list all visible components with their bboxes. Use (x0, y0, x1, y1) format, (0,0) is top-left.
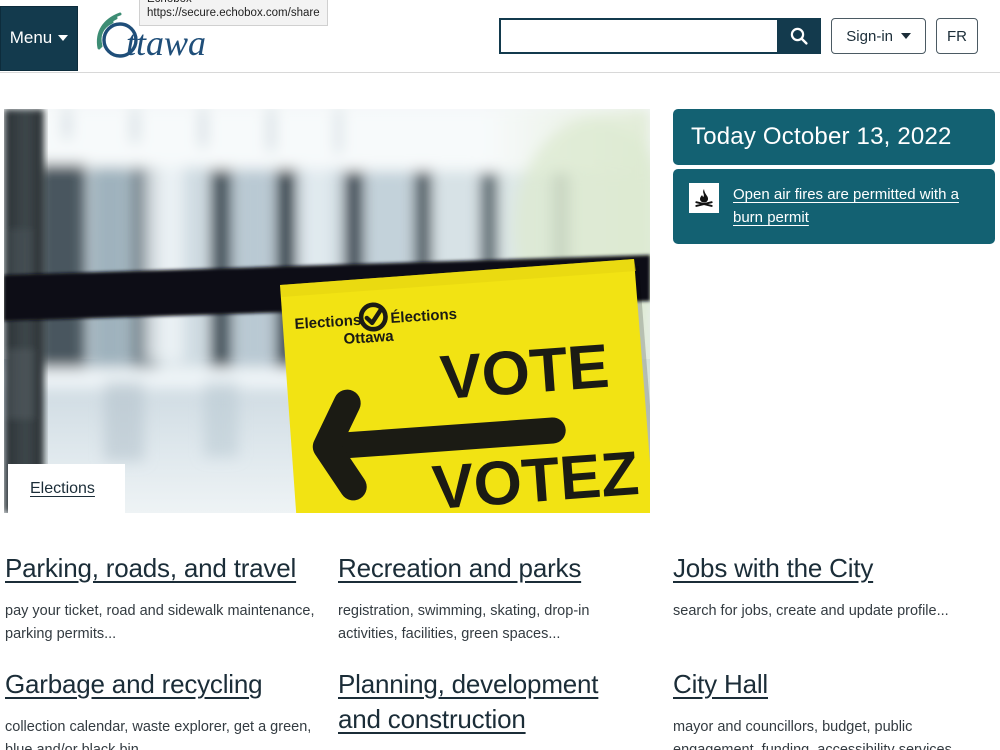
quick-link-garbage-recycling: Garbage and recycling collection calenda… (5, 667, 325, 750)
site-header: Menu ttawa Sign-in FR https://secure.ech… (0, 0, 1000, 73)
hero-caption-link[interactable]: Elections (30, 480, 95, 497)
today-alert-link[interactable]: Open air fires are permitted with a burn… (733, 183, 979, 230)
svg-text:Ottawa: Ottawa (343, 328, 395, 348)
hero-caption-tag[interactable]: Elections (8, 464, 125, 513)
search-group (499, 18, 822, 54)
sign-in-label: Sign-in (846, 27, 893, 45)
browser-link-tooltip: Echobox https://secure.echobox.com/share (139, 0, 328, 26)
quick-link-title[interactable]: Recreation and parks (338, 551, 638, 586)
quick-link-planning-development-construction: Planning, development and construction (338, 667, 638, 750)
quick-link-description: search for jobs, create and update profi… (673, 602, 949, 619)
campfire-glyph (695, 189, 713, 207)
campfire-icon (689, 183, 719, 213)
language-toggle-label: FR (947, 27, 967, 45)
menu-button[interactable]: Menu (0, 5, 78, 71)
quick-link-description: registration, swimming, skating, drop-in… (338, 602, 590, 642)
quick-link-parking-roads-travel: Parking, roads, and travel pay your tick… (5, 551, 325, 646)
svg-text:VOTE: VOTE (438, 332, 611, 413)
search-button[interactable] (777, 18, 822, 54)
quick-link-title[interactable]: City Hall (673, 667, 983, 702)
search-icon (791, 27, 808, 45)
chevron-down-icon (901, 33, 911, 39)
quick-link-description: mayor and councillors, budget, public en… (673, 718, 952, 750)
quick-link-jobs-with-the-city: Jobs with the City search for jobs, crea… (673, 551, 983, 623)
chevron-down-icon (58, 35, 69, 41)
tooltip-url: https://secure.echobox.com/share (147, 7, 320, 20)
search-input[interactable] (499, 18, 778, 54)
sign-in-button[interactable]: Sign-in (831, 18, 926, 54)
quick-link-description: pay your ticket, road and sidewalk maint… (5, 602, 315, 642)
quick-link-title[interactable]: Parking, roads, and travel (5, 551, 325, 586)
today-heading: Today October 13, 2022 (673, 109, 995, 165)
quick-link-title[interactable]: Garbage and recycling (5, 667, 325, 702)
svg-text:ttawa: ttawa (126, 23, 206, 63)
language-toggle-button[interactable]: FR (936, 18, 978, 54)
header-actions: Sign-in FR (499, 18, 1000, 54)
menu-button-label: Menu (9, 28, 53, 47)
quick-link-title[interactable]: Planning, development and construction (338, 667, 638, 736)
hero-photo: Elections Élections Ottawa VOTE VOTEZ (4, 109, 650, 513)
quick-link-title[interactable]: Jobs with the City (673, 551, 983, 586)
quick-link-recreation-parks: Recreation and parks registration, swimm… (338, 551, 638, 646)
hero-image[interactable]: Elections Élections Ottawa VOTE VOTEZ El… (4, 109, 650, 513)
today-alert-item[interactable]: Open air fires are permitted with a burn… (673, 169, 995, 244)
quick-link-city-hall: City Hall mayor and councillors, budget,… (673, 667, 983, 750)
quick-link-description: collection calendar, waste explorer, get… (5, 718, 312, 750)
today-panel: Today October 13, 2022 Open air fires ar… (673, 109, 995, 244)
